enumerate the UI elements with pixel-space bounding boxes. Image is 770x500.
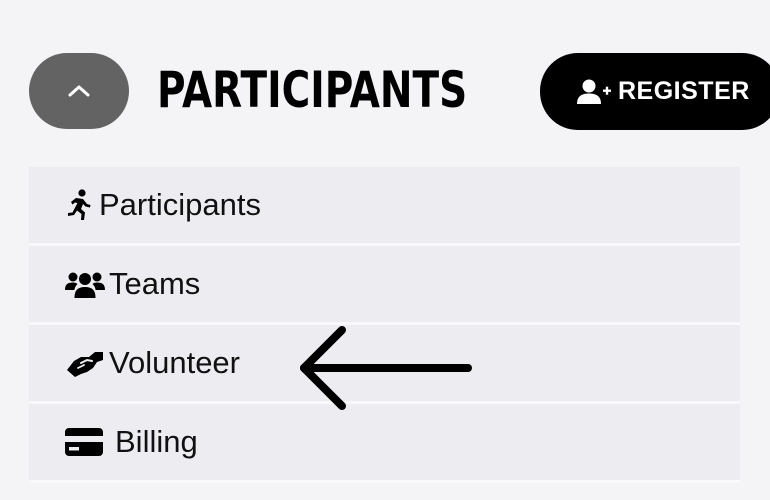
handshake-icon <box>65 343 105 383</box>
register-button[interactable]: REGISTER <box>540 53 770 130</box>
register-label: REGISTER <box>618 77 750 105</box>
user-plus-icon <box>576 78 612 106</box>
collapse-button[interactable] <box>29 53 129 129</box>
page: PARTICIPANTS REGISTER Participants Teams… <box>0 0 770 500</box>
menu-item-label: Participants <box>99 187 261 222</box>
credit-card-icon <box>65 422 111 462</box>
menu-item-participants[interactable]: Participants <box>29 167 740 246</box>
users-icon <box>65 264 105 304</box>
menu-item-label: Billing <box>115 424 198 459</box>
section-header: PARTICIPANTS REGISTER <box>0 0 770 160</box>
chevron-up-icon <box>68 85 90 97</box>
page-title: PARTICIPANTS <box>157 61 468 119</box>
left-arrow-annotation <box>300 326 472 410</box>
menu-item-label: Volunteer <box>109 345 240 380</box>
menu-item-teams[interactable]: Teams <box>29 246 740 325</box>
running-icon <box>65 185 95 225</box>
menu-item-label: Teams <box>109 266 201 301</box>
menu-item-billing[interactable]: Billing <box>29 404 740 483</box>
